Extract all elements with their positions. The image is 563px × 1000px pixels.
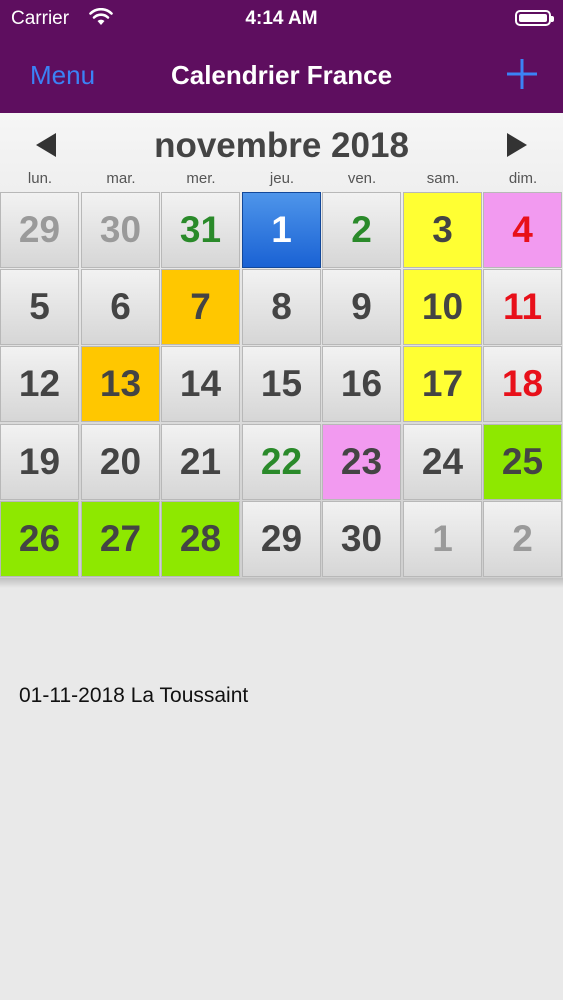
day-cell[interactable]: 8: [242, 269, 321, 346]
day-cell[interactable]: 30: [322, 500, 401, 577]
day-cell[interactable]: 27: [81, 500, 160, 577]
day-cell[interactable]: 30: [81, 192, 160, 268]
day-cell[interactable]: 28: [161, 500, 240, 577]
weekday-label: sam.: [426, 170, 460, 187]
day-cell[interactable]: 12: [0, 346, 79, 423]
day-cell[interactable]: 6: [81, 269, 160, 346]
calendar: novembre 2018 lun. mar. mer. jeu. ven. sam. di…: [0, 113, 563, 578]
day-cell[interactable]: 9: [322, 269, 401, 346]
add-icon[interactable]: [505, 57, 539, 91]
day-cell[interactable]: 16: [322, 346, 401, 423]
month-title: novembre 2018: [154, 126, 409, 165]
day-cell[interactable]: 23: [322, 423, 401, 500]
day-cell[interactable]: 19: [0, 423, 79, 500]
day-cell[interactable]: 17: [403, 346, 482, 423]
day-cell[interactable]: 21: [161, 423, 240, 500]
day-cell[interactable]: 2: [483, 500, 562, 577]
day-cell[interactable]: 15: [242, 346, 321, 423]
day-cell[interactable]: 25: [483, 423, 562, 500]
day-cell[interactable]: 1: [242, 192, 321, 268]
day-cell[interactable]: 29: [0, 192, 79, 268]
nav-bar: Carrier 4:14 AM Menu Calendrier France: [0, 0, 563, 113]
event-item: 01-11-2018 La Toussaint: [19, 684, 249, 707]
weekday-label: mar.: [106, 170, 136, 187]
battery-icon: [515, 10, 554, 26]
day-cell[interactable]: 11: [483, 269, 562, 346]
day-cell[interactable]: 26: [0, 500, 79, 577]
day-cell[interactable]: 2: [322, 192, 401, 268]
day-cell[interactable]: 29: [242, 500, 321, 577]
day-cell[interactable]: 1: [403, 500, 482, 577]
weekday-label: lun.: [27, 170, 53, 187]
next-month-icon[interactable]: [507, 133, 527, 157]
page-title: Calendrier France: [170, 60, 393, 90]
weekday-label: ven.: [347, 170, 377, 187]
weekday-label: jeu.: [269, 170, 295, 187]
day-cell[interactable]: 7: [161, 269, 240, 346]
day-cell[interactable]: 3: [403, 192, 482, 268]
day-cell[interactable]: 10: [403, 269, 482, 346]
calendar-shadow: [0, 578, 563, 588]
day-cell[interactable]: 18: [483, 346, 562, 423]
day-cell[interactable]: 20: [81, 423, 160, 500]
day-cell[interactable]: 31: [161, 192, 240, 268]
day-cell[interactable]: 13: [81, 346, 160, 423]
day-cell[interactable]: 14: [161, 346, 240, 423]
day-cell[interactable]: 24: [403, 423, 482, 500]
status-time: 4:14 AM: [245, 8, 318, 29]
day-cell[interactable]: 5: [0, 269, 79, 346]
weekday-label: mer.: [186, 170, 216, 187]
day-cell[interactable]: 4: [483, 192, 562, 268]
weekday-label: dim.: [508, 170, 538, 187]
day-cell[interactable]: 22: [242, 423, 321, 500]
